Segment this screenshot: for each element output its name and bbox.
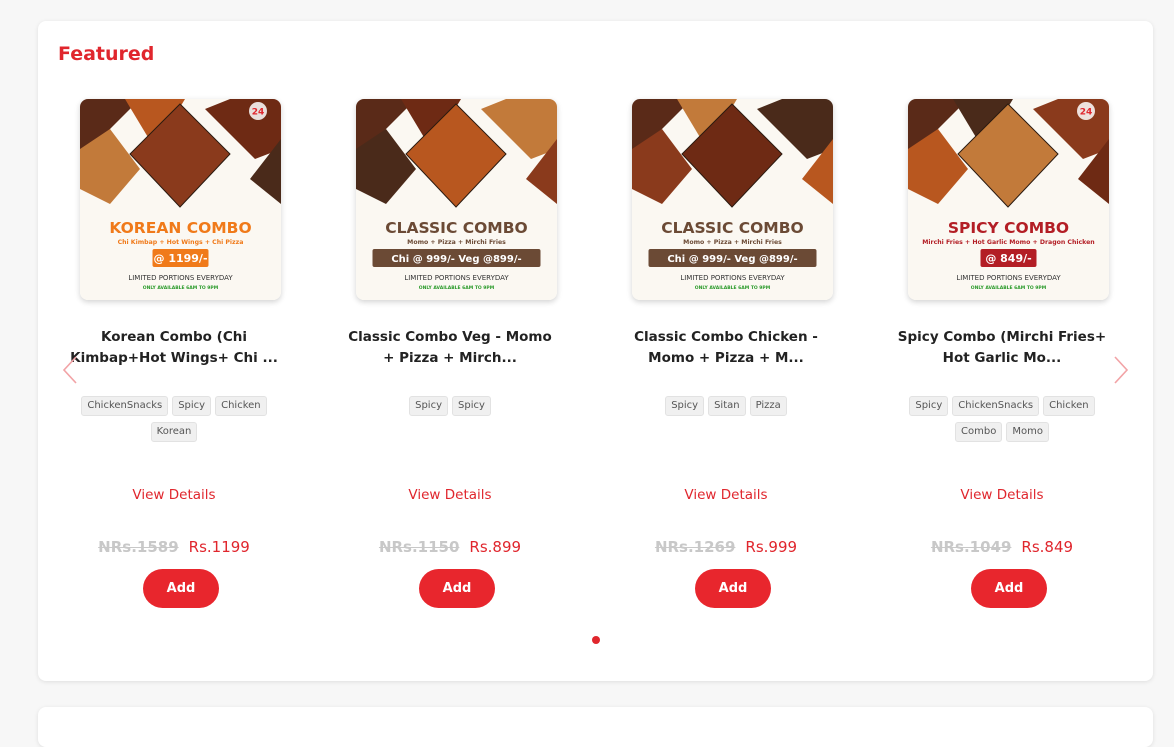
tag-chip[interactable]: Korean xyxy=(150,422,198,442)
product-image[interactable]: 24 SPICY COMBO Mirchi Fries + Hot Garlic M… xyxy=(908,99,1109,300)
old-price: NRs.1049 xyxy=(930,538,1012,556)
promo-graphic: 24 KOREAN COMBO Chi Kimbap + Hot Wings + C… xyxy=(80,99,281,300)
product-tags: Spicy Spicy xyxy=(332,390,568,416)
promo-headline: CLASSIC COMBO xyxy=(385,219,527,237)
product-name[interactable]: Classic Combo Veg - Momo + Pizza + Mirch… xyxy=(332,327,568,369)
product-card: 24 KOREAN COMBO Chi Kimbap + Hot Wings + C… xyxy=(56,99,292,619)
badge-24-label: 24 xyxy=(1080,108,1093,118)
promo-limited: LIMITED PORTIONS EVERYDAY xyxy=(956,274,1061,282)
product-card: CLASSIC COMBO Momo + Pizza + Mirchi Fries… xyxy=(608,99,844,619)
chevron-left-icon[interactable] xyxy=(61,355,81,385)
tag-chip[interactable]: Momo xyxy=(1006,422,1049,442)
view-details-link[interactable]: View Details xyxy=(56,487,292,503)
product-name[interactable]: Classic Combo Chicken - Momo + Pizza + M… xyxy=(608,327,844,369)
product-prices: NRs.1049 Rs.849 xyxy=(884,538,1120,556)
product-prices: NRs.1589 Rs.1199 xyxy=(56,538,292,556)
promo-available: ONLY AVAILABLE 6AM TO 9PM xyxy=(695,285,771,291)
old-price: NRs.1589 xyxy=(98,538,179,556)
add-button[interactable]: Add xyxy=(419,569,495,608)
carousel-dot-active[interactable] xyxy=(592,636,600,644)
view-details-link[interactable]: View Details xyxy=(332,487,568,503)
tag-chip[interactable]: Spicy xyxy=(409,396,448,416)
promo-price: Chi @ 999/- Veg @899/- xyxy=(391,254,521,265)
promo-graphic: CLASSIC COMBO Momo + Pizza + Mirchi Fries… xyxy=(632,99,833,300)
tag-chip[interactable]: Spicy xyxy=(909,396,949,416)
tag-chip[interactable]: Chicken xyxy=(215,396,267,416)
old-price: NRs.1150 xyxy=(378,538,460,556)
new-price: Rs.899 xyxy=(469,538,522,556)
add-button[interactable]: Add xyxy=(143,569,219,608)
promo-available: ONLY AVAILABLE 6AM TO 9PM xyxy=(419,285,495,291)
product-image[interactable]: 24 KOREAN COMBO Chi Kimbap + Hot Wings + C… xyxy=(80,99,281,300)
promo-limited: LIMITED PORTIONS EVERYDAY xyxy=(404,274,509,282)
next-section xyxy=(38,707,1153,747)
tag-chip[interactable]: ChickenSnacks xyxy=(952,396,1040,416)
product-card: 24 SPICY COMBO Mirchi Fries + Hot Garlic M… xyxy=(884,99,1120,619)
product-name[interactable]: Spicy Combo (Mirchi Fries+ Hot Garlic Mo… xyxy=(884,327,1120,369)
promo-limited: LIMITED PORTIONS EVERYDAY xyxy=(128,274,233,282)
tag-chip[interactable]: Pizza xyxy=(749,396,787,416)
product-tags: Spicy Sitan Pizza xyxy=(608,390,844,416)
promo-limited: LIMITED PORTIONS EVERYDAY xyxy=(680,274,785,282)
new-price: Rs.999 xyxy=(745,538,798,556)
new-price: Rs.1199 xyxy=(188,538,250,556)
tag-chip[interactable]: Sitan xyxy=(708,396,746,416)
promo-price: @ 1199/- xyxy=(153,252,207,265)
tag-chip[interactable]: Combo xyxy=(955,422,1003,442)
promo-headline: KOREAN COMBO xyxy=(109,219,251,237)
add-button[interactable]: Add xyxy=(971,569,1047,608)
promo-headline: SPICY COMBO xyxy=(948,219,1069,237)
product-card: CLASSIC COMBO Momo + Pizza + Mirchi Fries… xyxy=(332,99,568,619)
promo-headline: CLASSIC COMBO xyxy=(661,219,803,237)
old-price: NRs.1269 xyxy=(654,538,736,556)
promo-subline: Chi Kimbap + Hot Wings + Chi Pizza xyxy=(118,239,244,246)
promo-available: ONLY AVAILABLE 6AM TO 9PM xyxy=(971,285,1047,291)
tag-chip[interactable]: Spicy xyxy=(665,396,705,416)
product-prices: NRs.1269 Rs.999 xyxy=(608,538,844,556)
new-price: Rs.849 xyxy=(1021,538,1074,556)
promo-subline: Momo + Pizza + Mirchi Fries xyxy=(407,239,506,246)
product-prices: NRs.1150 Rs.899 xyxy=(332,538,568,556)
product-image[interactable]: CLASSIC COMBO Momo + Pizza + Mirchi Fries… xyxy=(632,99,833,300)
section-title: Featured xyxy=(58,43,155,65)
promo-subline: Mirchi Fries + Hot Garlic Momo + Dragon … xyxy=(922,239,1094,246)
featured-section: Featured 24 KOREAN COMBO Chi Kimbap + Hot … xyxy=(38,21,1153,681)
promo-price: @ 849/- xyxy=(985,252,1031,265)
badge-24-label: 24 xyxy=(252,108,265,118)
promo-graphic: 24 SPICY COMBO Mirchi Fries + Hot Garlic M… xyxy=(908,99,1109,300)
product-name[interactable]: Korean Combo (Chi Kimbap+Hot Wings+ Chi … xyxy=(56,327,292,369)
promo-price: Chi @ 999/- Veg @899/- xyxy=(667,254,797,265)
tag-chip[interactable]: Chicken xyxy=(1043,396,1095,416)
add-button[interactable]: Add xyxy=(695,569,771,608)
product-tags: Spicy ChickenSnacks Chicken Combo Momo xyxy=(884,390,1120,442)
view-details-link[interactable]: View Details xyxy=(608,487,844,503)
product-tags: ChickenSnacks Spicy Chicken Korean xyxy=(56,390,292,442)
promo-subline: Momo + Pizza + Mirchi Fries xyxy=(683,239,782,246)
tag-chip[interactable]: ChickenSnacks xyxy=(81,396,169,416)
product-image[interactable]: CLASSIC COMBO Momo + Pizza + Mirchi Fries… xyxy=(356,99,557,300)
promo-available: ONLY AVAILABLE 6AM TO 9PM xyxy=(143,285,219,291)
promo-graphic: CLASSIC COMBO Momo + Pizza + Mirchi Fries… xyxy=(356,99,557,300)
chevron-right-icon[interactable] xyxy=(1110,355,1130,385)
tag-chip[interactable]: Spicy xyxy=(452,396,491,416)
view-details-link[interactable]: View Details xyxy=(884,487,1120,503)
tag-chip[interactable]: Spicy xyxy=(172,396,212,416)
